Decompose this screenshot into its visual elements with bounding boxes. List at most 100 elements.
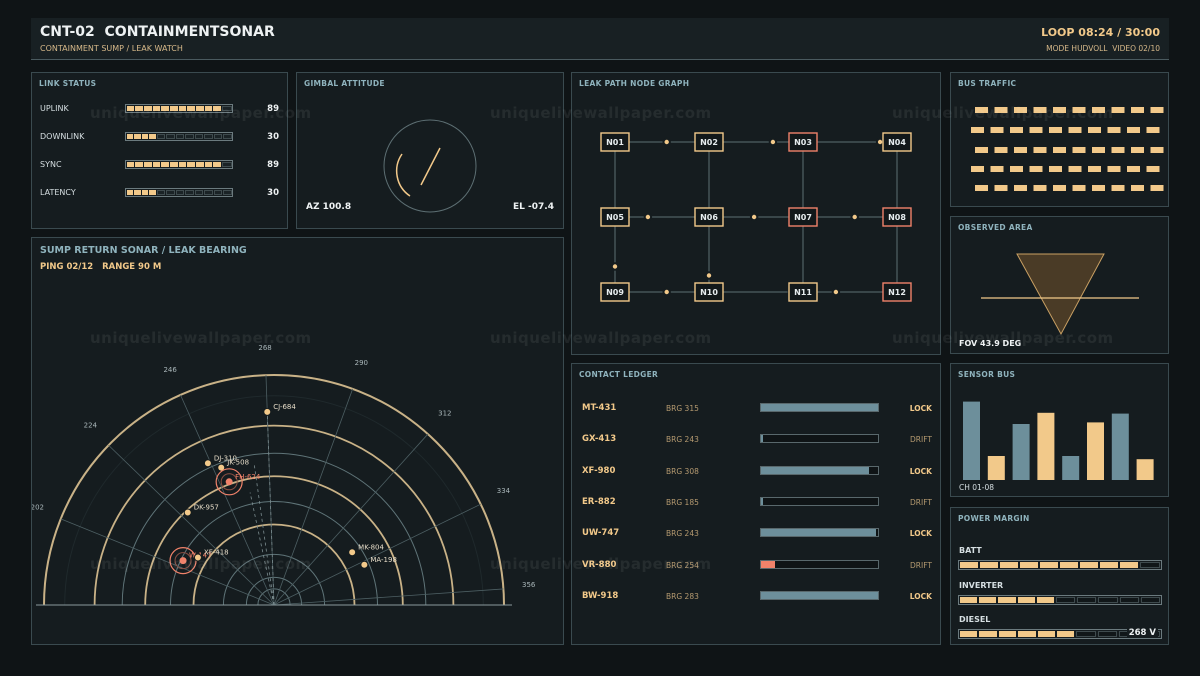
ledger-confidence-bar bbox=[760, 403, 879, 412]
link-level-segment bbox=[204, 106, 213, 111]
graph-node[interactable]: N02 bbox=[694, 132, 724, 152]
power-level-segment bbox=[1036, 596, 1055, 603]
power-level-segment bbox=[960, 631, 978, 637]
power-level-segment bbox=[1020, 562, 1038, 568]
power-level-segment bbox=[1120, 562, 1138, 568]
ledger-contact-id: XF-980 bbox=[582, 465, 616, 476]
bus-packet bbox=[1146, 127, 1160, 133]
link-level-segment bbox=[169, 162, 178, 167]
bus-packet bbox=[971, 166, 984, 172]
ledger-bearing: BRG 315 bbox=[666, 404, 699, 413]
bus-packet bbox=[1033, 107, 1047, 113]
link-level-segment bbox=[126, 190, 133, 195]
sonar-bearing-tick: 290 bbox=[355, 359, 368, 367]
power-level-segment bbox=[1077, 596, 1097, 603]
bus-packet bbox=[1072, 107, 1086, 113]
bus-packet bbox=[1014, 185, 1027, 191]
elevation-readout: EL -07.4 bbox=[513, 202, 554, 212]
link-level-segment bbox=[187, 106, 195, 111]
graph-node[interactable]: N04 bbox=[882, 132, 912, 152]
link-value: 89 bbox=[267, 104, 279, 114]
fov-readout: FOV 43.9 DEG bbox=[959, 339, 1022, 348]
link-label: SYNC bbox=[40, 160, 62, 169]
ledger-confidence-bar bbox=[760, 496, 879, 506]
ledger-confidence-bar bbox=[760, 528, 879, 538]
graph-packet bbox=[768, 137, 778, 147]
sonar-contact-label: FH-624 bbox=[235, 473, 261, 481]
sonar-contact-label: XF-418 bbox=[204, 548, 229, 556]
bus-packet bbox=[1053, 185, 1066, 191]
link-level-segment bbox=[178, 162, 187, 167]
graph-node[interactable]: N10 bbox=[694, 282, 724, 302]
link-level-segment bbox=[195, 106, 204, 111]
link-level-segment bbox=[185, 190, 194, 195]
azimuth-readout: AZ 100.8 bbox=[306, 202, 352, 212]
power-level-segment bbox=[998, 596, 1016, 603]
bus-packet bbox=[1111, 147, 1125, 153]
graph-packet bbox=[662, 287, 671, 297]
graph-node[interactable]: N03 bbox=[788, 132, 818, 152]
link-level-segment bbox=[169, 106, 178, 111]
power-level-segment bbox=[1140, 562, 1160, 568]
sensor-bar bbox=[987, 456, 1005, 480]
graph-node[interactable]: N08 bbox=[882, 207, 912, 227]
graph-node[interactable]: N11 bbox=[788, 282, 818, 302]
graph-node[interactable]: N05 bbox=[600, 207, 630, 227]
graph-packet bbox=[704, 271, 714, 280]
app-subtitle: CONTAINMENT SUMP / LEAK WATCH bbox=[40, 44, 183, 53]
bus-packet bbox=[1033, 147, 1047, 153]
ledger-bearing: BRG 243 bbox=[666, 435, 699, 445]
sonar-spoke bbox=[273, 588, 504, 606]
link-level-segment bbox=[134, 134, 141, 139]
sonar-bearing-tick: 356 bbox=[522, 581, 536, 589]
contact-ledger-title: CONTACT LEDGER bbox=[579, 370, 659, 379]
link-level-segment bbox=[221, 162, 232, 167]
bus-packet bbox=[1127, 127, 1140, 133]
power-level-segment bbox=[1080, 562, 1098, 568]
gimbal-needle bbox=[420, 147, 441, 186]
link-level-segment bbox=[126, 162, 135, 167]
link-level-segment bbox=[178, 106, 187, 111]
graph-node[interactable]: N12 bbox=[882, 282, 912, 302]
sonar-contact[interactable]: CJ-684 bbox=[263, 403, 297, 416]
bus-packet bbox=[1053, 107, 1066, 113]
ledger-state: LOCK bbox=[909, 529, 932, 539]
header-bar: CNT-02 CONTAINMENTSONAR CONTAINMENT SUMP… bbox=[31, 18, 1169, 60]
sonar-contact[interactable]: DK-957 bbox=[183, 503, 219, 517]
graph-node-label: N07 bbox=[794, 213, 812, 222]
power-level-segment bbox=[960, 562, 978, 568]
sonar-bearing-tick: 224 bbox=[84, 422, 98, 430]
graph-node[interactable]: N01 bbox=[600, 132, 630, 152]
ledger-confidence-bar bbox=[760, 434, 879, 444]
ledger-contact-id: UW-747 bbox=[582, 528, 620, 539]
bus-packet bbox=[1010, 166, 1023, 172]
link-level-segment bbox=[126, 134, 133, 139]
ledger-bearing: BRG 308 bbox=[666, 466, 699, 476]
graph-node[interactable]: N06 bbox=[694, 207, 724, 227]
graph-packet bbox=[643, 212, 653, 222]
ledger-bearing: BRG 243 bbox=[666, 529, 699, 539]
sensor-bar bbox=[1012, 424, 1030, 480]
link-label: LATENCY bbox=[40, 188, 76, 197]
power-level-segment bbox=[960, 596, 978, 603]
bus-packet bbox=[1053, 147, 1066, 153]
link-label: DOWNLINK bbox=[40, 132, 85, 141]
power-label: BATT bbox=[959, 546, 982, 555]
power-level-bar bbox=[958, 560, 1162, 570]
bus-packet bbox=[1088, 166, 1101, 172]
sonar-bearing-tick: 268 bbox=[258, 344, 271, 352]
link-level-segment bbox=[135, 162, 143, 167]
link-level-segment bbox=[204, 134, 213, 139]
graph-node[interactable]: N07 bbox=[788, 207, 818, 227]
link-level-segment bbox=[126, 106, 135, 111]
graph-node[interactable]: N09 bbox=[600, 282, 630, 302]
graph-packet bbox=[749, 212, 759, 222]
ledger-contact-id: VR-880 bbox=[582, 559, 617, 570]
sensor-bar bbox=[963, 401, 980, 480]
ledger-confidence-bar bbox=[760, 559, 879, 569]
sonar-bearing-tick: 202 bbox=[32, 503, 44, 511]
graph-packet bbox=[831, 287, 841, 297]
bus-packet bbox=[1092, 107, 1105, 113]
link-status-panel: LINK STATUS UPLINK 89 DOWNLINK 30 SYNC 89 LATE… bbox=[31, 72, 288, 229]
sensor-bar bbox=[1111, 413, 1129, 480]
